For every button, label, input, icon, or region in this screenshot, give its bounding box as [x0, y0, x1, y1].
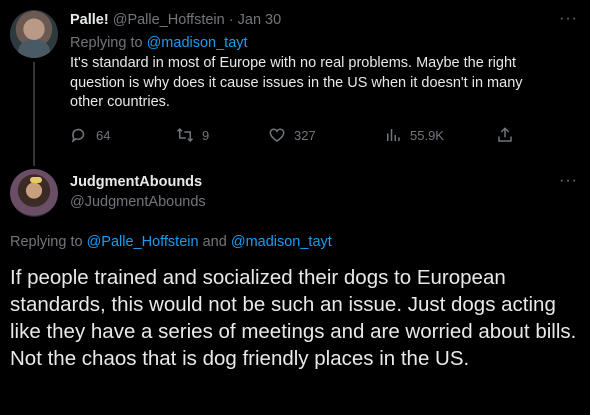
avatar[interactable] [10, 169, 58, 217]
replying-to-line: Replying to @Palle_Hoffstein and @madiso… [10, 234, 332, 250]
retweet-icon [176, 127, 194, 143]
replying-to-link[interactable]: @madison_tayt [231, 234, 332, 250]
heart-icon [269, 128, 285, 142]
tweet-text: It's standard in most of Europe with no … [70, 55, 523, 110]
replying-to-prefix: Replying to [10, 234, 83, 250]
header-separator: · [228, 12, 234, 28]
tweet-header: JudgmentAbounds [70, 174, 202, 190]
replying-to-link[interactable]: @madison_tayt [147, 35, 248, 51]
user-handle[interactable]: @Palle_Hoffstein [113, 12, 225, 28]
views-button[interactable]: 55.9K [384, 126, 444, 144]
avatar[interactable] [10, 10, 58, 58]
views-chart-icon [387, 129, 400, 141]
share-button[interactable] [496, 126, 514, 144]
thread-connector-line [33, 62, 35, 166]
replying-to-line: Replying to @madison_tayt [70, 35, 248, 51]
views-count: 55.9K [410, 127, 444, 143]
display-name[interactable]: JudgmentAbounds [70, 174, 202, 190]
tweet-header: Palle! @Palle_Hoffstein · Jan 30 [70, 12, 281, 28]
avatar-figure [18, 40, 50, 58]
like-count: 327 [294, 127, 316, 143]
reply-count: 64 [96, 127, 111, 143]
replying-to-and: and [202, 234, 227, 250]
retweet-count: 9 [202, 127, 210, 143]
tweet-text: If people trained and socialized their d… [10, 266, 577, 370]
retweet-button[interactable]: 9 [176, 126, 209, 144]
share-icon [498, 127, 512, 142]
more-dots-icon[interactable]: ··· [559, 10, 578, 28]
more-dots-icon[interactable]: ··· [559, 172, 578, 190]
reply-button[interactable]: 64 [70, 126, 110, 144]
user-handle[interactable]: @JudgmentAbounds [70, 194, 206, 210]
like-button[interactable]: 327 [268, 126, 316, 144]
display-name[interactable]: Palle! [70, 12, 109, 28]
reply-icon [71, 128, 85, 143]
tweet-actions: 64 9 327 55.9K [70, 126, 515, 148]
replying-to-link[interactable]: @Palle_Hoffstein [87, 234, 199, 250]
replying-to-prefix: Replying to [70, 35, 143, 51]
avatar-figure [30, 177, 42, 183]
tweet-date[interactable]: Jan 30 [238, 12, 282, 28]
